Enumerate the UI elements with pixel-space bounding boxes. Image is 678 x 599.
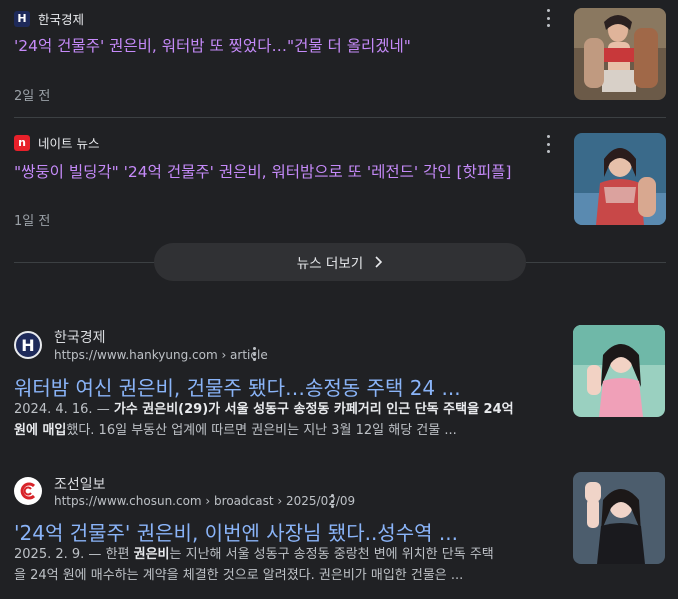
more-news-button[interactable]: 뉴스 더보기 — [154, 243, 526, 281]
result-source-name: 한국경제 — [54, 330, 106, 346]
result-title[interactable]: 워터밤 여신 권은비, 건물주 됐다…송정동 주택 24 ... — [14, 372, 461, 401]
news-title[interactable]: '24억 건물주' 권은비, 워터밤 또 찢었다…"건물 더 올리겠네" — [14, 34, 411, 56]
news-card[interactable]: n 네이트 뉴스 "쌍둥이 빌딩각" '24억 건물주' 권은비, 워터밤으로 … — [14, 118, 666, 240]
result-url[interactable]: https://www.hankyung.com › article — [54, 348, 268, 362]
result-snippet: 2024. 4. 16. — 가수 권은비(29)가 서울 성동구 송정동 카페… — [14, 402, 514, 438]
news-card[interactable]: H 한국경제 '24억 건물주' 권은비, 워터밤 또 찢었다…"건물 더 올리… — [14, 0, 666, 116]
news-source-name: 한국경제 — [38, 12, 85, 27]
result-title[interactable]: '24억 건물주' 권은비, 이번엔 사장님 됐다..성수역 ... — [14, 517, 458, 546]
chevron-right-icon — [375, 256, 383, 268]
news-source: n 네이트 뉴스 — [14, 133, 99, 152]
news-thumbnail[interactable] — [574, 133, 666, 225]
hankyung-logo-icon: H — [14, 331, 42, 359]
news-title[interactable]: "쌍둥이 빌딩각" '24억 건물주' 권은비, 워터밤으로 또 '레전드' 각… — [14, 160, 511, 182]
news-source-name: 네이트 뉴스 — [38, 136, 100, 151]
chosun-logo-icon — [14, 477, 42, 505]
news-source: H 한국경제 — [14, 9, 84, 28]
more-options-icon[interactable] — [545, 9, 551, 27]
hankyung-logo-icon: H — [14, 10, 30, 27]
news-time: 2일 전 — [14, 89, 51, 104]
result-thumbnail[interactable] — [573, 472, 665, 564]
news-thumbnail[interactable] — [574, 8, 666, 100]
more-options-icon[interactable] — [545, 135, 551, 153]
result-url[interactable]: https://www.chosun.com › broadcast › 202… — [54, 494, 355, 508]
result-thumbnail[interactable] — [573, 325, 665, 417]
result-snippet: 2025. 2. 9. — 한편 권은비는 지난해 서울 성동구 송정동 중랑천… — [14, 547, 494, 583]
more-options-icon[interactable] — [251, 347, 257, 361]
news-time: 1일 전 — [14, 214, 51, 229]
more-options-icon[interactable] — [329, 494, 335, 508]
nate-logo-icon: n — [14, 134, 30, 151]
result-source-name: 조선일보 — [54, 477, 106, 493]
more-news-label: 뉴스 더보기 — [296, 256, 364, 272]
